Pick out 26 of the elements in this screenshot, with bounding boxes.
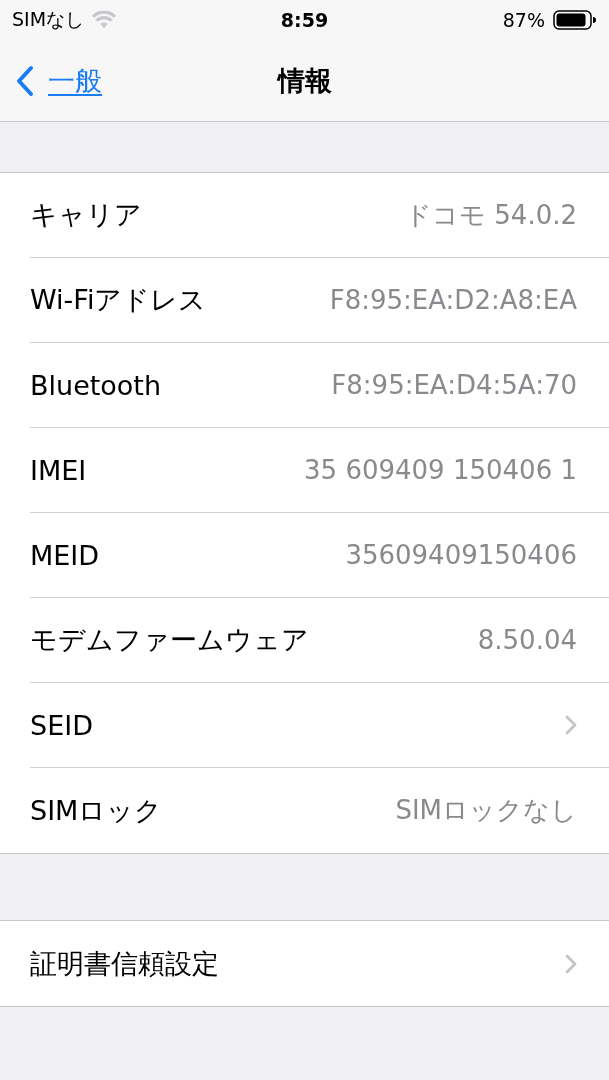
row-value: 35 609409 150406 1 bbox=[304, 455, 577, 485]
wifi-icon bbox=[92, 11, 117, 29]
row-label: SEID bbox=[30, 709, 93, 741]
chevron-left-icon bbox=[16, 64, 34, 97]
row-value: SIMロックなし bbox=[395, 794, 577, 827]
row-label: モデムファームウェア bbox=[30, 623, 309, 657]
page-title: 情報 bbox=[276, 63, 333, 98]
clock-text: 8:59 bbox=[279, 9, 330, 31]
row-label: Bluetooth bbox=[30, 369, 162, 401]
row-label: IMEI bbox=[30, 454, 87, 486]
battery-icon bbox=[553, 10, 597, 30]
row-label: Wi-Fiアドレス bbox=[30, 283, 207, 317]
row-label: MEID bbox=[30, 539, 100, 571]
row-value: F8:95:EA:D4:5A:70 bbox=[331, 370, 577, 400]
carrier-text: SIMなし bbox=[12, 7, 85, 32]
chevron-right-icon bbox=[565, 715, 577, 735]
row-value: 35609409150406 bbox=[345, 540, 577, 570]
row-value: F8:95:EA:D2:A8:EA bbox=[329, 285, 577, 315]
battery-percent: 87% bbox=[502, 9, 545, 31]
back-button[interactable]: 一般 bbox=[16, 62, 102, 99]
chevron-right-icon bbox=[565, 953, 577, 974]
row-value: 8.50.04 bbox=[477, 625, 577, 655]
row-value: ドコモ 54.0.2 bbox=[405, 198, 577, 232]
row-label: キャリア bbox=[30, 198, 142, 232]
row-label: SIMロック bbox=[30, 793, 163, 828]
row-label: 証明書信頼設定 bbox=[30, 946, 219, 981]
